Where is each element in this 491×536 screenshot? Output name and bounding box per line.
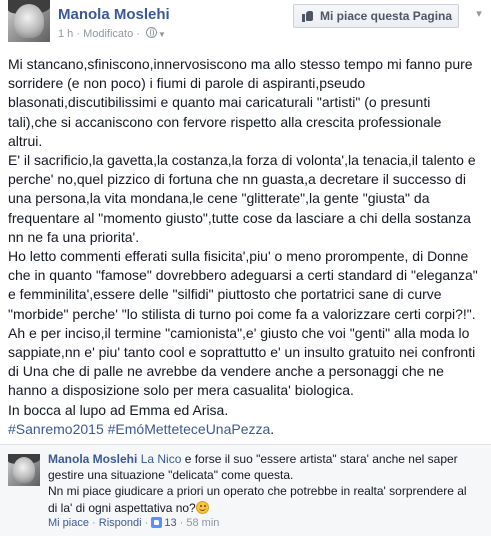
- post-time[interactable]: 1 h: [58, 28, 73, 40]
- hashtag-link[interactable]: #Sanremo2015: [8, 421, 104, 437]
- post-line: blasonati,discutibilissimi e quanto mai …: [8, 94, 431, 111]
- post-line: una persona,la vita mondana,le cene "gli…: [8, 190, 430, 207]
- post-meta: 1 h · Modificato · ▼: [58, 27, 166, 40]
- meta-separator-2: ·: [136, 28, 140, 40]
- post-line: Mi stancano,sfiniscono,innervosiscono ma…: [8, 56, 473, 72]
- comment-line: Nn mi piace giudicare a priori un operat…: [48, 484, 467, 499]
- comment-text: e forse il suo "essere artista" stara' a…: [181, 452, 458, 466]
- comment-line: gestire una situazione "delicata" come q…: [48, 468, 294, 483]
- post-line: perche' no,quel pizzico di fortuna che n…: [8, 171, 466, 188]
- post-line: nn ne fa una priorita'.: [8, 228, 140, 245]
- chevron-down-icon[interactable]: ▾: [471, 6, 487, 22]
- post-line: sorridere (e non poco) i fiumi di parole…: [8, 75, 366, 92]
- hashtag-line: #Sanremo2015 #EmóMetteteceUnaPezza.: [8, 420, 486, 439]
- comment-line: di la' di ogni aspettativa no?: [48, 500, 488, 516]
- comment-body: Manola Moslehi La Nico e forse il suo "e…: [48, 451, 488, 516]
- meta-separator: ·: [76, 28, 81, 40]
- hashtag-link[interactable]: #EmóMetteteceUnaPezza: [108, 421, 271, 437]
- like-count-icon[interactable]: [151, 517, 163, 528]
- facebook-post: Manola Moslehi 1 h · Modificato · ▼ Mi p…: [0, 0, 491, 536]
- post-line: di Una che di palle ne avrebbe da vender…: [8, 363, 444, 380]
- avatar-face: [14, 4, 44, 38]
- smiley-icon: [195, 500, 209, 514]
- post-line: e femminilita',essere delle "silfidi" pi…: [8, 286, 442, 303]
- post-line: Ho letto commenti efferati sulla fisicit…: [8, 248, 469, 265]
- comment-time[interactable]: 58 min: [186, 517, 219, 529]
- post-line: sappiate,nn e' piu' tanto cool e sopratt…: [8, 344, 476, 361]
- post-line: Ah e per inciso,il termine "camionista",…: [8, 324, 470, 341]
- comment-like-count[interactable]: 13: [164, 517, 176, 529]
- like-page-label: Mi piace questa Pagina: [320, 9, 453, 23]
- author-avatar[interactable]: [8, 0, 50, 42]
- avatar-face: [13, 457, 35, 483]
- post-author-name[interactable]: Manola Moslehi: [58, 6, 170, 23]
- globe-icon[interactable]: [146, 27, 158, 38]
- post-line: altrui.: [8, 132, 43, 149]
- post-line: tali),che si accaniscono con fervore ris…: [8, 113, 442, 130]
- comment-line: Manola Moslehi La Nico e forse il suo "e…: [48, 451, 488, 467]
- post-line: che in quanto "famose" dovrebbero adegua…: [8, 267, 478, 284]
- comment-reply-link[interactable]: Rispondi: [99, 517, 142, 529]
- hashtag-end: .: [270, 420, 275, 437]
- comment-actions: Mi piace · Rispondi · 13 · 58 min: [48, 517, 219, 529]
- like-page-button[interactable]: Mi piace questa Pagina: [293, 4, 459, 28]
- tagged-user[interactable]: La Nico: [141, 452, 182, 466]
- action-separator: ·: [141, 517, 152, 529]
- edited-label[interactable]: Modificato: [83, 28, 133, 40]
- post-body: Mi stancano,sfiniscono,innervosiscono ma…: [8, 55, 486, 439]
- commenter-name[interactable]: Manola Moslehi: [48, 452, 137, 466]
- post-line: frequentare al "momento giusto",tutte co…: [8, 209, 471, 226]
- post-line: "morbide" perche' "lo stilista di turno …: [8, 305, 476, 322]
- post-line: hanno a disposizione solo per mera casua…: [8, 382, 354, 399]
- caret-down-icon[interactable]: ▼: [158, 30, 166, 39]
- comment: Manola Moslehi La Nico e forse il suo "e…: [0, 444, 491, 536]
- comment-like-link[interactable]: Mi piace: [48, 517, 89, 529]
- post-line: In bocca al lupo ad Emma ed Arisa.: [8, 401, 229, 418]
- post-line: E' il sacrificio,la gavetta,la costanza,…: [8, 152, 476, 169]
- thumbs-up-icon: [302, 10, 314, 22]
- action-separator: ·: [176, 517, 187, 529]
- commenter-avatar[interactable]: [8, 454, 40, 486]
- comment-text: di la' di ogni aspettativa no?: [48, 500, 196, 515]
- action-separator: ·: [88, 517, 99, 529]
